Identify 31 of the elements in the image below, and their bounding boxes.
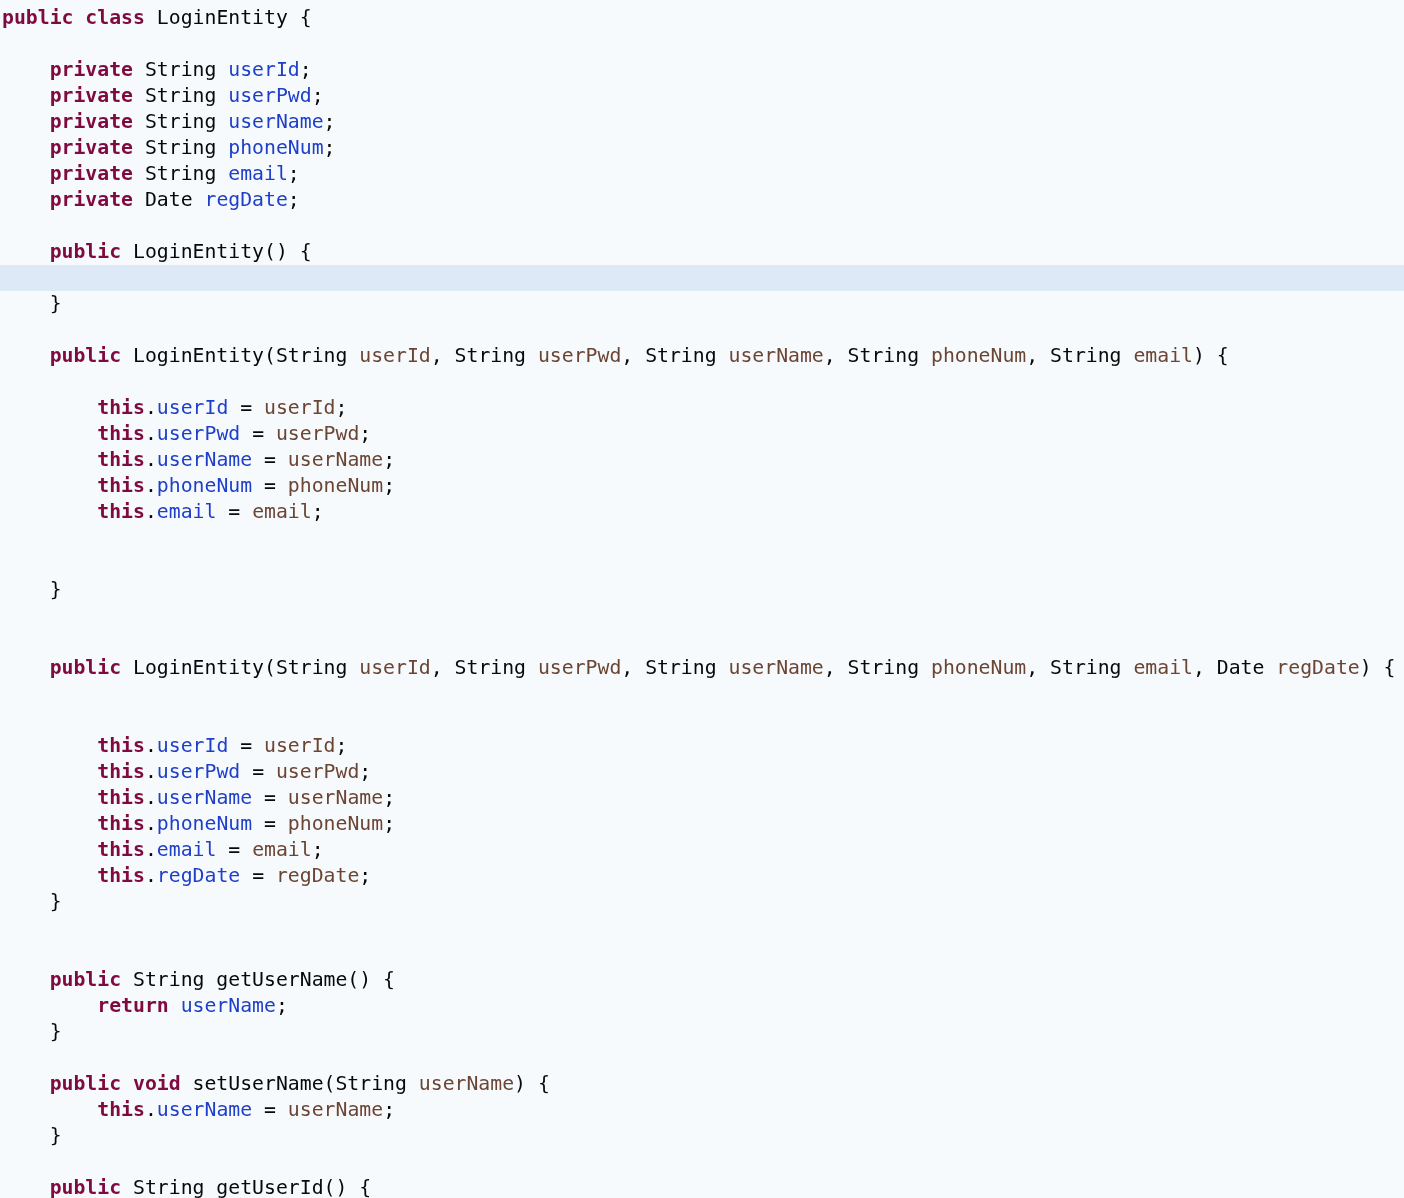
code-line: public String getUserId() { bbox=[48, 1175, 373, 1198]
code-line: this.phoneNum = phoneNum; bbox=[96, 473, 397, 499]
code-line: public String getUserName() { bbox=[48, 967, 396, 993]
code-line: public LoginEntity() { bbox=[48, 239, 313, 265]
code-line: this.userId = userId; bbox=[96, 733, 349, 759]
code-line: } bbox=[48, 1019, 63, 1045]
code-line: private Date regDate; bbox=[48, 187, 301, 213]
code-line: public class LoginEntity { bbox=[1, 5, 313, 31]
code-line: public LoginEntity(String userId, String userPwd, String userName, String phoneNum, String email, Date regDate) { bbox=[48, 655, 1397, 681]
code-line: this.userName = userName; bbox=[96, 785, 397, 811]
code-line: this.phoneNum = phoneNum; bbox=[96, 811, 397, 837]
code-line: return userName; bbox=[96, 993, 289, 1019]
code-line: } bbox=[48, 889, 63, 915]
code-line: this.userName = userName; bbox=[96, 1097, 397, 1123]
code-line: private String userPwd; bbox=[48, 83, 325, 109]
code-line: } bbox=[48, 577, 63, 603]
code-line: this.email = email; bbox=[96, 837, 325, 863]
code-line: this.email = email; bbox=[96, 499, 325, 525]
code-line: } bbox=[48, 1123, 63, 1149]
code-line: this.userName = userName; bbox=[96, 447, 397, 473]
code-line: this.userPwd = userPwd; bbox=[96, 421, 373, 447]
code-line: this.userPwd = userPwd; bbox=[96, 759, 373, 785]
code-line: private String phoneNum; bbox=[48, 135, 337, 161]
code-line: private String userName; bbox=[48, 109, 337, 135]
code-line: private String userId; bbox=[48, 57, 313, 83]
code-line: public LoginEntity(String userId, String userPwd, String userName, String phoneNum, String email) { bbox=[48, 343, 1230, 369]
code-line: public void setUserName(String userName) { bbox=[48, 1071, 551, 1097]
code-line: this.userId = userId; bbox=[96, 395, 349, 421]
code-line: } bbox=[48, 291, 63, 317]
code-line: private String email; bbox=[48, 161, 301, 187]
code-line: this.regDate = regDate; bbox=[96, 863, 373, 889]
